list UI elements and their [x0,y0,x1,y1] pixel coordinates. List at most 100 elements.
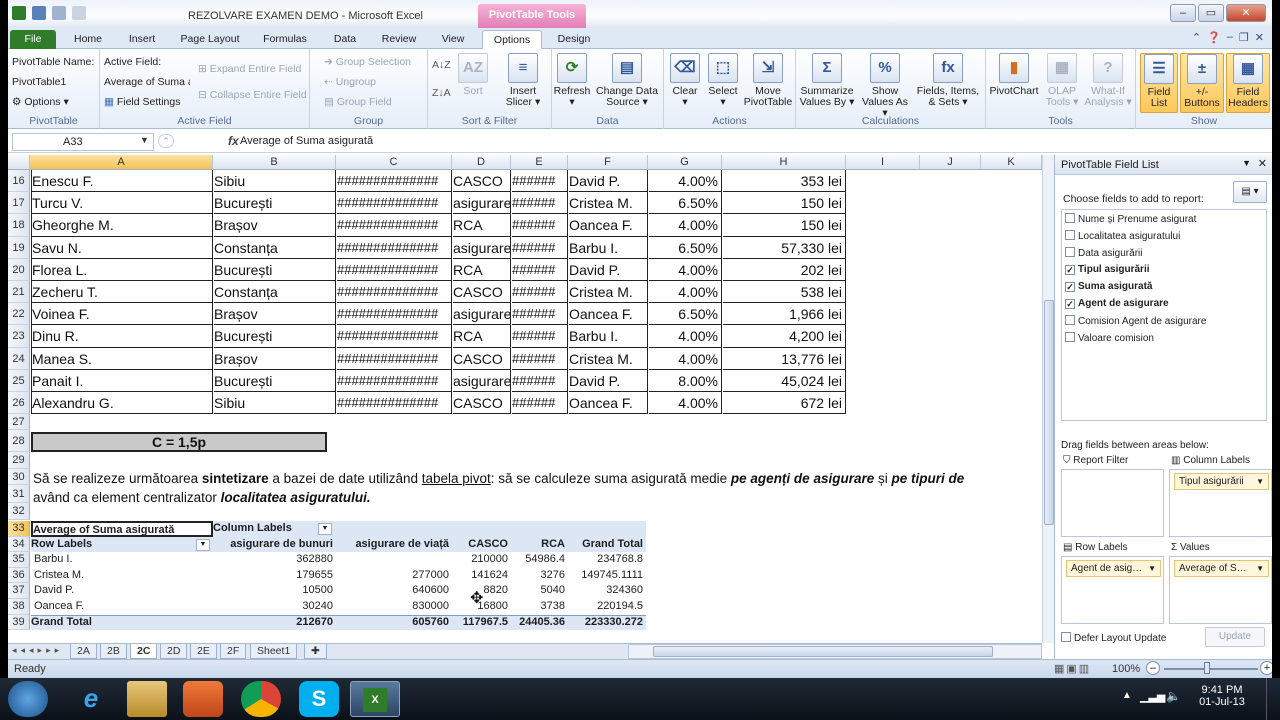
cell-name[interactable]: Enescu F. [31,170,213,193]
column-field-chip[interactable]: Tipul asigurării ▼ [1174,473,1269,490]
cell-type[interactable]: CASCO [453,392,511,415]
row-header[interactable]: 19 [8,236,30,259]
scrollbar-thumb[interactable] [1044,300,1054,525]
cell-agent[interactable]: David P. [569,369,648,392]
sheet-tab-2d[interactable]: 2D [160,644,188,659]
row-header[interactable]: 17 [8,192,30,215]
sheet-tab-2c[interactable]: 2C [130,644,158,659]
name-box-dropdown-icon[interactable]: ▼ [140,135,149,145]
cell-pct[interactable]: 6.50% [649,192,722,215]
group-field-button[interactable]: ▤ Group Field [324,96,392,108]
cell-pct[interactable]: 4.00% [649,347,722,370]
column-labels-area[interactable]: Tipul asigurării ▼ [1169,469,1272,537]
field-settings-button[interactable]: ▦ Field Settings [104,96,180,108]
h-scrollbar-thumb[interactable] [653,646,993,657]
cell-type[interactable]: asigurare [453,236,511,259]
minimize-button[interactable]: – [1170,4,1196,22]
field-item[interactable]: Localitatea asiguratului [1065,230,1180,242]
cell-loc[interactable]: Constanța [214,236,336,259]
cell-date[interactable]: ############## [337,281,452,304]
cell-type[interactable]: CASCO [453,347,511,370]
cell-date[interactable]: ############## [337,392,452,415]
pivot-value[interactable] [336,552,452,568]
cell-amt[interactable]: ###### [512,369,568,392]
row-header[interactable]: 21 [8,281,30,304]
insert-function-icon[interactable]: fx [228,134,239,148]
pivot-value[interactable]: 210000 [452,552,511,568]
checkbox-icon[interactable] [1065,213,1075,223]
column-header-k[interactable]: K [981,155,1042,170]
summarize-values-button[interactable]: Σ Summarize Values By ▾ [798,53,856,108]
cell-agent[interactable]: Cristea M. [569,347,648,370]
worksheet-grid[interactable]: ABCDEFGHIJK 16 Enescu F. Sibiu ############… [8,155,1042,643]
sheet-tab-2f[interactable]: 2F [220,644,247,659]
checked-checkbox-icon[interactable]: ✓ [1065,282,1075,292]
zoom-slider[interactable] [1164,668,1258,670]
pivot-row-label[interactable]: Barbu I. [31,552,213,568]
volume-icon[interactable]: 🔈 [1166,689,1181,703]
pivot-value[interactable]: 324360 [568,583,646,599]
row-header[interactable]: 37 [8,583,30,599]
row-header[interactable]: 32 [8,503,30,520]
cell-type[interactable]: CASCO [453,281,511,304]
cell-val[interactable]: 202 lei [723,258,846,281]
tab-formulas[interactable]: Formulas [260,30,310,49]
row-header[interactable]: 16 [8,170,30,193]
cell-amt[interactable]: ###### [512,325,568,348]
minimize-ribbon-icon[interactable]: ⌃ [1192,31,1201,44]
cell-date[interactable]: ############## [337,236,452,259]
cell-type[interactable]: CASCO [453,170,511,193]
cell-amt[interactable]: ###### [512,236,568,259]
cell-amt[interactable]: ###### [512,258,568,281]
row-header[interactable]: 36 [8,567,30,584]
doc-close-icon[interactable]: ✕ [1255,31,1264,44]
active-field-input[interactable]: Average of Suma a [104,76,190,88]
zoom-slider-thumb[interactable] [1204,662,1210,674]
checkbox-icon[interactable] [1065,332,1075,342]
checked-checkbox-icon[interactable]: ✓ [1065,299,1075,309]
cell-pct[interactable]: 4.00% [649,281,722,304]
row-header[interactable]: 29 [8,452,30,469]
expand-field-button[interactable]: ⊞ Expand Entire Field [198,63,301,75]
cell-date[interactable]: ############## [337,214,452,237]
cell-loc[interactable]: București [214,369,336,392]
field-item[interactable]: Valoare comision [1065,332,1154,344]
move-pivottable-button[interactable]: ⇲ Move PivotTable [742,53,794,108]
buttons-toggle[interactable]: ± +/- Buttons [1180,53,1224,113]
field-item[interactable]: Nume și Prenume asigurat [1065,213,1196,225]
pivot-value[interactable]: 54986.4 [511,552,568,568]
refresh-button[interactable]: ⟳ Refresh ▾ [552,53,592,108]
cell-date[interactable]: ############## [337,347,452,370]
field-item[interactable]: Comision Agent de asigurare [1065,315,1206,327]
tab-file[interactable]: File [10,30,56,49]
pivot-col-header[interactable]: Grand Total [568,537,646,553]
clear-button[interactable]: ⌫ Clear ▾ [666,53,704,108]
pane-menu-icon[interactable]: ▼ [1242,158,1251,168]
column-header-i[interactable]: I [846,155,920,170]
cell-date[interactable]: ############## [337,303,452,326]
field-item[interactable]: ✓ Suma asigurată [1065,281,1152,292]
pivot-value[interactable]: 640600 [336,583,452,599]
tab-options[interactable]: Options [482,30,542,49]
cell-loc[interactable]: Brașov [214,347,336,370]
report-filter-area[interactable] [1061,469,1164,537]
redo-icon[interactable] [72,6,86,20]
row-header[interactable]: 27 [8,414,30,430]
cell-pct[interactable]: 4.00% [649,170,722,193]
column-header-b[interactable]: B [213,155,336,170]
pivot-col-header[interactable]: asigurare de viață [336,537,452,553]
cell-date[interactable]: ############## [337,258,452,281]
field-list-button[interactable]: ☰ Field List [1140,53,1178,113]
cell-agent[interactable]: Oancea F. [569,392,648,415]
tab-page-layout[interactable]: Page Layout [176,30,244,49]
column-header-a[interactable]: A [30,155,213,170]
tab-review[interactable]: Review [378,30,420,49]
cell-date[interactable]: ############## [337,369,452,392]
row-header[interactable]: 25 [8,369,30,392]
pivot-value[interactable]: 220194.5 [568,599,646,615]
maximize-button[interactable]: ▭ [1198,4,1224,22]
cell-type[interactable]: asigurare [453,369,511,392]
pivot-value[interactable]: 234768.8 [568,552,646,568]
cell-date[interactable]: ############## [337,325,452,348]
close-button[interactable]: ✕ [1226,4,1266,22]
